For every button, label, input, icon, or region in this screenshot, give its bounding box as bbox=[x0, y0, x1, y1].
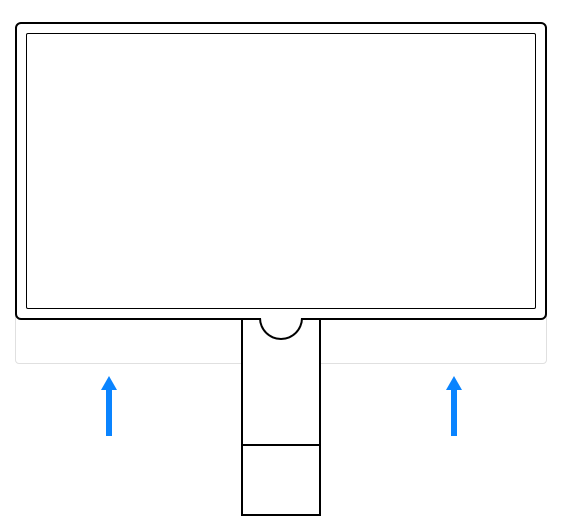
height-adjust-diagram: display stand previous display position … bbox=[0, 0, 566, 528]
display-screen bbox=[26, 33, 536, 309]
lift-arrow-right bbox=[444, 374, 464, 444]
lift-arrow-left bbox=[99, 374, 119, 444]
stand-column bbox=[241, 316, 321, 516]
